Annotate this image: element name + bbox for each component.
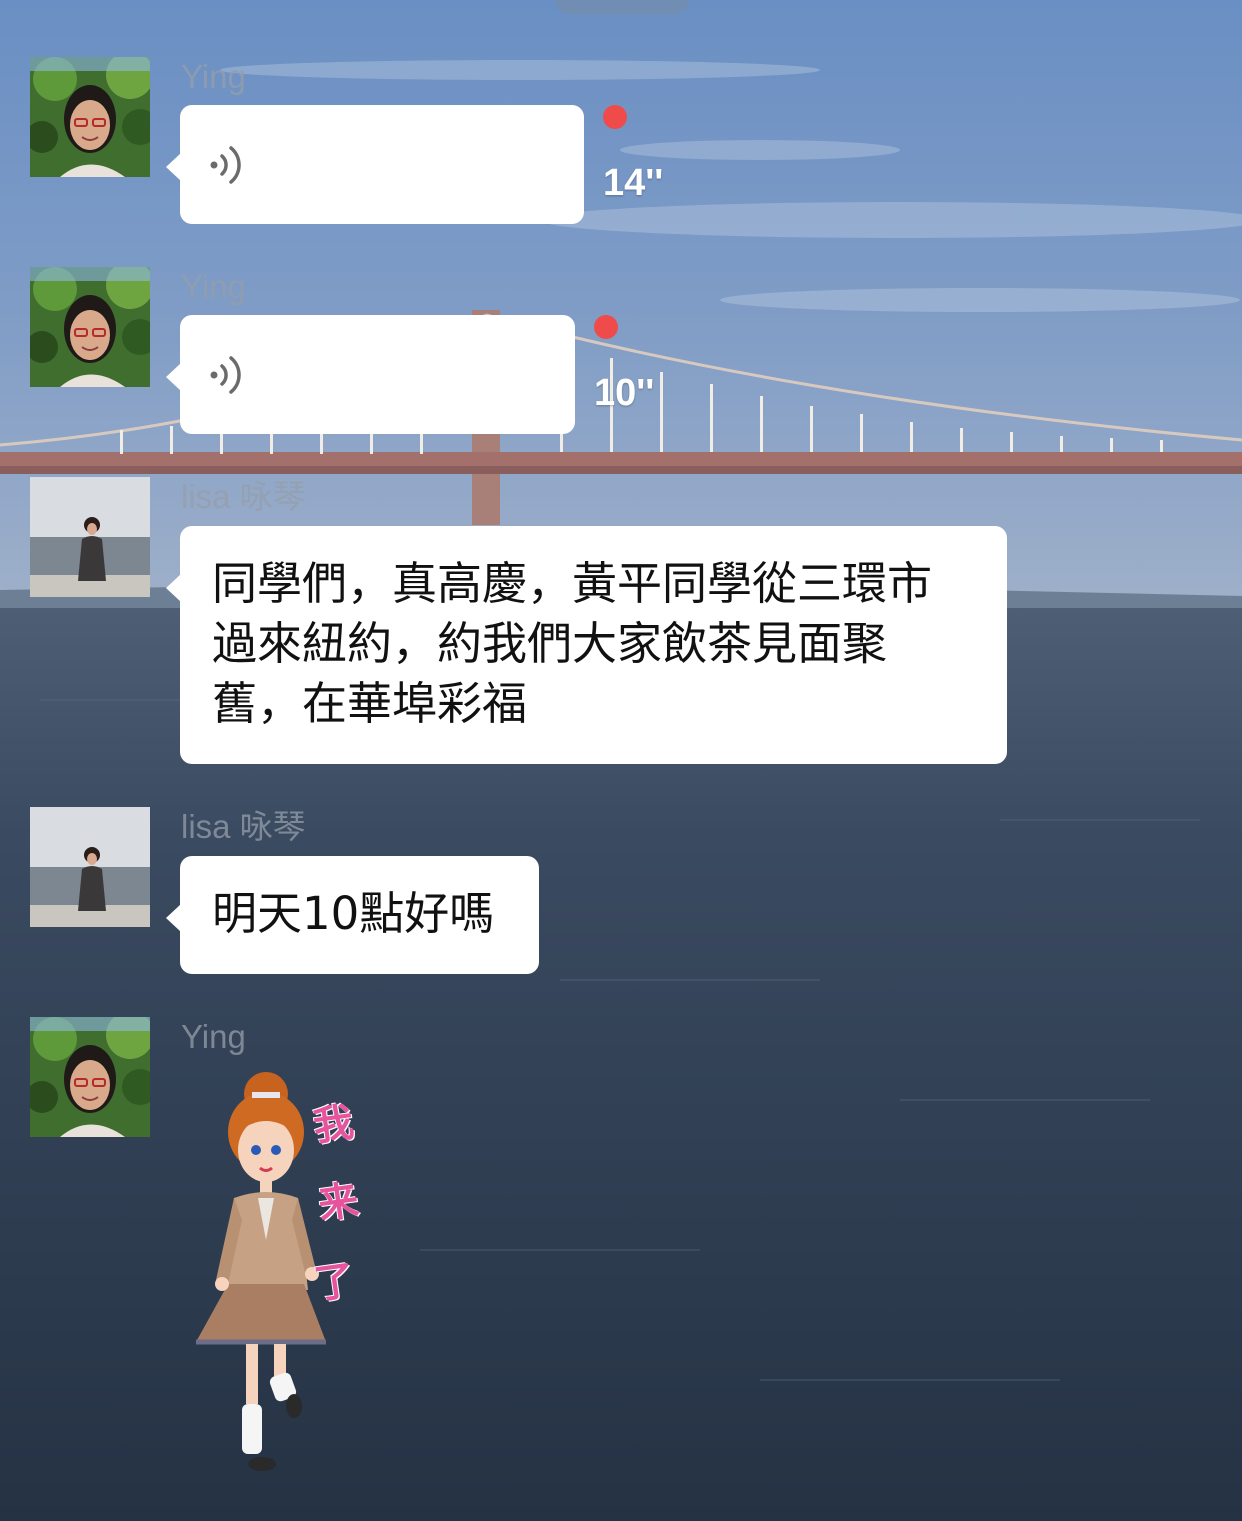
message-line: 過來紐約，約我們大家飲茶見面聚: [212, 617, 888, 670]
ying-avatar[interactable]: [30, 57, 150, 177]
message-text: 明天10點好嗎: [212, 884, 494, 944]
lisa-avatar[interactable]: [30, 477, 150, 597]
unread-dot: [594, 315, 618, 339]
voice-wave-icon: [210, 146, 241, 184]
unread-dot: [603, 105, 627, 129]
sender-name: lisa 咏琴: [181, 478, 306, 515]
message-line: 明天10點好嗎: [212, 887, 495, 940]
sticker-caption: 来: [315, 1176, 362, 1229]
voice-wave-icon: [210, 356, 241, 394]
sticker-caption: 了: [311, 1256, 358, 1309]
message-text: 同學們，真高慶，黃平同學從三環市 過來紐約，約我們大家飲茶見面聚 舊，在華埠彩福: [212, 554, 932, 734]
ying-avatar[interactable]: [30, 1017, 150, 1137]
pull-handle: [555, 0, 689, 14]
voice-duration: 10'': [594, 372, 655, 414]
sender-name: Ying: [181, 268, 246, 305]
voice-bubble[interactable]: [166, 105, 584, 224]
voice-duration: 14'': [603, 162, 664, 204]
text-bubble[interactable]: 明天10點好嗎: [166, 856, 539, 974]
sender-name: lisa 咏琴: [181, 808, 306, 845]
text-bubble[interactable]: 同學們，真高慶，黃平同學從三環市 過來紐約，約我們大家飲茶見面聚 舊，在華埠彩福: [166, 526, 1007, 764]
message-line: 同學們，真高慶，黃平同學從三環市: [212, 557, 933, 610]
voice-bubble[interactable]: [166, 315, 575, 434]
sticker-caption: 我: [310, 1098, 357, 1151]
ying-avatar[interactable]: [30, 267, 150, 387]
message-line: 舊，在華埠彩福: [212, 677, 528, 730]
sender-name: Ying: [181, 1018, 246, 1055]
sender-name: Ying: [181, 58, 246, 95]
lisa-avatar[interactable]: [30, 807, 150, 927]
